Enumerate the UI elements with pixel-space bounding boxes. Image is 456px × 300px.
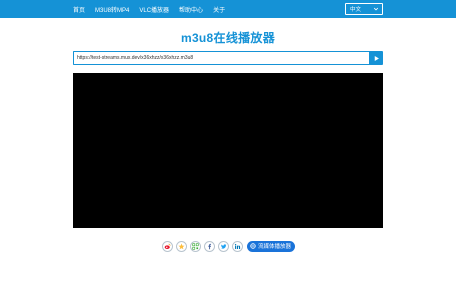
linkedin-icon[interactable] [232,240,243,252]
nav-item-vlc-player[interactable]: VLC播放器 [139,5,169,14]
main-nav: 首页 M3U8转MP4 VLC播放器 帮助中心 关于 [73,0,225,18]
facebook-icon[interactable] [204,240,215,252]
video-player[interactable] [73,73,383,228]
weibo-icon[interactable] [162,240,173,252]
streaming-player-button[interactable]: 流媒体播放器 [247,240,296,252]
twitter-icon[interactable] [218,240,229,252]
play-button[interactable] [369,51,383,65]
url-form [73,51,383,65]
page-title: m3u8在线播放器 [180,31,276,45]
language-select[interactable]: 中文 [345,3,383,15]
share-bar: 流媒体播放器 [162,240,296,252]
language-selected-value: 中文 [350,7,362,13]
nav-item-about[interactable]: 关于 [213,5,225,14]
streaming-player-label: 流媒体播放器 [258,244,292,250]
chevron-down-icon [373,7,379,11]
wechat-icon[interactable] [190,240,201,252]
nav-item-help-center[interactable]: 帮助中心 [179,5,203,14]
qzone-icon[interactable] [176,240,187,252]
m3u8-url-input[interactable] [73,51,369,65]
nav-item-home[interactable]: 首页 [73,5,85,14]
globe-icon [250,243,256,249]
play-icon [374,55,379,61]
top-navbar: 首页 M3U8转MP4 VLC播放器 帮助中心 关于 中文 [0,0,456,18]
nav-item-m3u8-to-mp4[interactable]: M3U8转MP4 [95,5,129,14]
